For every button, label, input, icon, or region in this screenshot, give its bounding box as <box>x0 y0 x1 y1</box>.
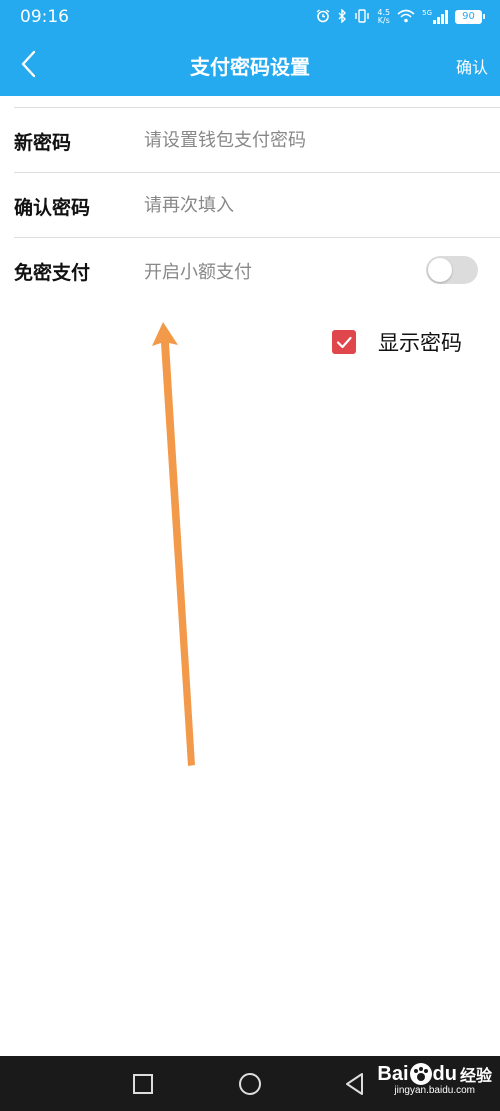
page-title: 支付密码设置 <box>190 55 310 79</box>
confirm-password-row: 确认密码 <box>0 173 500 237</box>
show-password-option[interactable]: 显示密码 <box>332 327 462 357</box>
paw-icon <box>409 1063 432 1085</box>
confirm-password-input[interactable] <box>144 187 414 223</box>
app-header: 09:16 4.5 K/s 5G 90 支付密码设置 确认 <box>0 0 500 96</box>
home-icon[interactable] <box>236 1070 264 1098</box>
bluetooth-icon <box>337 7 347 26</box>
baidu-brand-cn: 经验 <box>459 1068 492 1085</box>
new-password-label: 新密码 <box>14 132 72 154</box>
wifi-icon <box>397 9 415 26</box>
chevron-left-icon <box>21 50 36 78</box>
navigation-bar: Bai du 经验 jingyan.baidu.com <box>0 1056 500 1111</box>
status-bar: 09:16 4.5 K/s 5G 90 <box>0 0 500 34</box>
password-free-toggle[interactable] <box>426 256 478 284</box>
recent-apps-icon[interactable] <box>129 1070 157 1098</box>
net-speed: 4.5 K/s <box>377 9 390 25</box>
watermark-url: jingyan.baidu.com <box>394 1085 476 1096</box>
confirm-button[interactable]: 确认 <box>456 54 488 78</box>
alarm-icon <box>316 8 330 26</box>
baidu-logo: Bai du 经验 <box>377 1062 492 1086</box>
password-free-label: 免密支付 <box>14 262 91 284</box>
baidu-watermark: Bai du 经验 jingyan.baidu.com <box>377 1062 492 1097</box>
battery-level: 90 <box>462 11 475 22</box>
confirm-password-label: 确认密码 <box>14 197 91 219</box>
vibrate-icon <box>354 8 370 26</box>
toggle-knob <box>428 258 452 282</box>
baidu-brand-prefix: Bai <box>377 1062 409 1085</box>
show-password-checkbox[interactable] <box>332 330 356 354</box>
new-password-row: 新密码 <box>0 108 500 172</box>
new-password-input[interactable] <box>144 122 414 158</box>
back-icon[interactable] <box>341 1070 369 1098</box>
title-bar: 支付密码设置 确认 <box>0 34 500 96</box>
status-time: 09:16 <box>20 7 69 27</box>
show-password-label: 显示密码 <box>378 331 462 355</box>
baidu-brand-suffix: du <box>432 1062 457 1085</box>
password-free-description: 开启小额支付 <box>144 262 252 283</box>
checkmark-icon <box>336 336 352 349</box>
back-button[interactable] <box>12 46 48 82</box>
network-type: 5G <box>422 9 432 17</box>
password-form: 新密码 确认密码 免密支付 开启小额支付 <box>0 107 500 302</box>
net-speed-unit: K/s <box>377 16 390 25</box>
status-icons: 4.5 K/s 5G 90 <box>316 6 485 28</box>
signal-icon <box>433 10 448 24</box>
battery-icon: 90 <box>455 10 485 24</box>
password-free-row: 免密支付 开启小额支付 <box>0 238 500 302</box>
